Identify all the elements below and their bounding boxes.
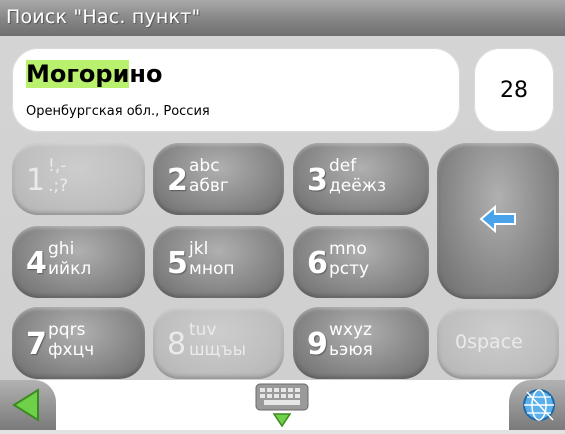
result-region: Оренбургская обл., Россия xyxy=(26,104,210,119)
key-5[interactable]: 5 jkl мноп xyxy=(153,226,284,298)
key-latin-letters: pqrs xyxy=(48,320,86,340)
key-cyrillic-letters: ийкл xyxy=(48,259,92,279)
result-count-badge: 28 xyxy=(474,48,554,132)
key-latin-letters: def xyxy=(329,156,357,176)
key-cyrillic-letters: абвг xyxy=(189,176,229,196)
key-latin-letters: abc xyxy=(189,156,220,176)
key-latin-letters: !,- xyxy=(48,156,67,176)
key-3[interactable]: 3 def деёжз xyxy=(293,143,429,215)
key-6[interactable]: 6 mno рсту xyxy=(293,226,429,298)
key-digit: 1 xyxy=(26,163,46,198)
key-digit: 6 xyxy=(307,246,328,281)
result-name: Могорино xyxy=(26,60,162,88)
search-result-box[interactable]: Могорино Оренбургская обл., Россия xyxy=(12,48,460,132)
key-0-space[interactable]: 0space xyxy=(437,307,559,379)
window-title: Поиск "Нас. пункт" xyxy=(6,6,201,28)
key-latin-letters: mno xyxy=(329,239,367,259)
backspace-button[interactable] xyxy=(437,143,559,299)
key-digit: 8 xyxy=(167,327,187,362)
key-digit: 9 xyxy=(307,327,328,362)
result-name-highlight: Могори xyxy=(26,60,130,88)
key-cyrillic-letters: деёжз xyxy=(329,176,387,196)
result-name-rest: но xyxy=(129,60,163,88)
key-cyrillic-letters: рсту xyxy=(329,259,370,279)
key-latin-letters: ghi xyxy=(48,239,75,259)
key-digit: 3 xyxy=(307,163,328,198)
key-cyrillic-letters: шщъы xyxy=(189,340,247,360)
key-cyrillic-letters: мноп xyxy=(189,259,235,279)
key-digit: 2 xyxy=(167,163,188,198)
key-2[interactable]: 2 abc абвг xyxy=(153,143,284,215)
bottom-toolbar xyxy=(0,380,565,430)
key-4[interactable]: 4 ghi ийкл xyxy=(12,226,145,298)
key-7[interactable]: 7 pqrs фхцч xyxy=(12,307,145,379)
key-digit: 5 xyxy=(167,246,188,281)
key-8[interactable]: 8 tuv шщъы xyxy=(153,307,284,379)
keyboard-icon xyxy=(255,383,309,428)
keyboard-button[interactable] xyxy=(250,380,314,430)
key-cyrillic-letters: фхцч xyxy=(48,340,95,360)
backspace-arrow-icon xyxy=(479,205,516,233)
key-digit: 0 xyxy=(455,331,468,353)
key-latin-letters: jkl xyxy=(189,239,209,259)
key-9[interactable]: 9 wxyz ьэюя xyxy=(293,307,429,379)
key-cyrillic-letters: ьэюя xyxy=(329,340,373,360)
key-1[interactable]: 1 !,- .;? xyxy=(12,143,145,215)
title-bar: Поиск "Нас. пункт" xyxy=(0,0,565,37)
key-space-label: 0space xyxy=(455,331,523,353)
back-triangle-icon xyxy=(12,388,39,422)
key-latin-letters: tuv xyxy=(189,320,217,340)
globe-button[interactable] xyxy=(509,380,565,430)
globe-icon xyxy=(523,389,555,421)
key-latin-letters: wxyz xyxy=(329,320,372,340)
key-digit: 4 xyxy=(26,246,47,281)
key-cyrillic-letters: .;? xyxy=(48,176,69,196)
back-button[interactable] xyxy=(0,380,56,430)
key-space-text: space xyxy=(467,331,523,353)
key-digit: 7 xyxy=(26,327,47,362)
